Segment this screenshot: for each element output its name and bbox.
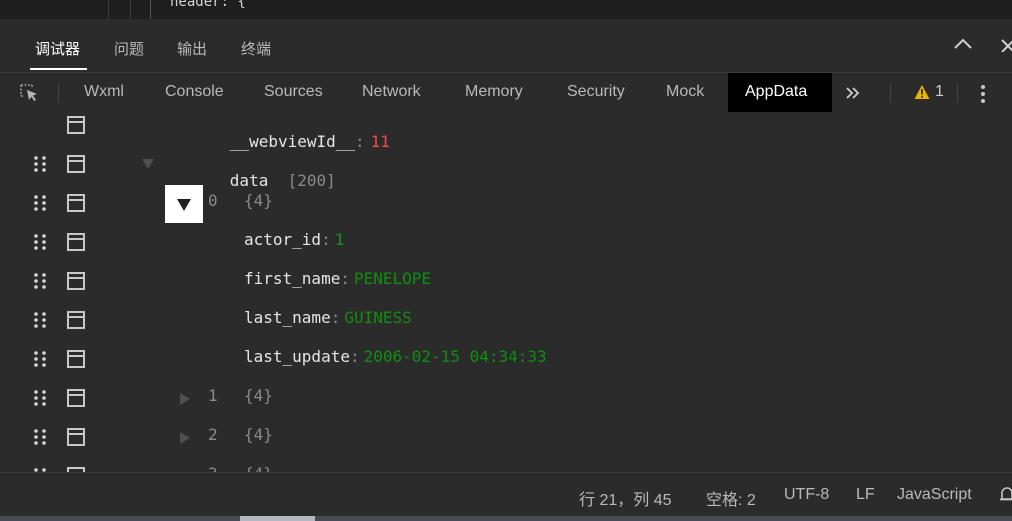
- active-tab-underline: [30, 68, 87, 70]
- tree-row-item-2: 2 {4}: [0, 417, 1012, 456]
- tree-colon: :: [349, 347, 360, 366]
- row-box-icon[interactable]: [67, 116, 85, 134]
- row-box-icon[interactable]: [67, 233, 85, 251]
- tree-row-field: last_update: 2006-02-15 04:34:33: [0, 339, 1012, 378]
- expand-toggle-button[interactable]: [165, 185, 203, 223]
- toolbar-separator: [890, 83, 891, 103]
- drag-handle-icon[interactable]: [33, 272, 47, 290]
- indentation[interactable]: 空格: 2: [706, 486, 756, 510]
- editor-code-line: header: {: [170, 0, 246, 10]
- tree-row-item-0: 0 {4}: [0, 183, 1012, 222]
- tab-security[interactable]: Security: [567, 83, 625, 101]
- drag-handle-icon[interactable]: [33, 233, 47, 251]
- drag-handle-icon[interactable]: [33, 428, 47, 446]
- tab-output[interactable]: 输出: [177, 38, 207, 59]
- tab-console[interactable]: Console: [165, 83, 224, 101]
- tree-value[interactable]: 1: [335, 230, 345, 249]
- tree-value[interactable]: GUINESS: [344, 308, 411, 327]
- tree-colon: :: [340, 269, 350, 288]
- devtools-toolbar: Wxml Console Sources Network Memory Secu…: [0, 72, 1012, 113]
- tree-row-data: data [200]: [0, 144, 1012, 190]
- tree-index: 0: [208, 191, 218, 210]
- row-box-icon[interactable]: [67, 389, 85, 407]
- expand-arrow-icon[interactable]: [180, 432, 190, 444]
- encoding[interactable]: UTF-8: [784, 486, 829, 504]
- drag-handle-icon[interactable]: [33, 155, 47, 173]
- inspect-element-icon[interactable]: [18, 82, 40, 104]
- tab-mock[interactable]: Mock: [666, 83, 704, 101]
- language-mode[interactable]: JavaScript: [897, 486, 972, 504]
- drag-handle-icon[interactable]: [33, 389, 47, 407]
- tree-index: 1: [208, 386, 218, 405]
- more-options-icon[interactable]: [978, 83, 988, 105]
- tree-row-field: last_name: GUINESS: [0, 300, 1012, 339]
- notification-icon[interactable]: [1000, 487, 1012, 503]
- tree-value[interactable]: PENELOPE: [354, 269, 431, 288]
- gutter-line: [150, 0, 151, 19]
- collapse-arrow-icon: [177, 199, 191, 211]
- window-bottom-strip: [0, 516, 1012, 521]
- cursor-position[interactable]: 行 21，列 45: [579, 486, 672, 510]
- tree-summary: {4}: [244, 464, 273, 472]
- tree-value[interactable]: 2006-02-15 04:34:33: [364, 347, 547, 366]
- panel-tab-bar: 调试器 问题 输出 终端: [0, 19, 1012, 72]
- row-box-icon[interactable]: [67, 350, 85, 368]
- tree-row-item-1: 1 {4}: [0, 378, 1012, 417]
- tree-summary: {4}: [244, 386, 273, 405]
- gutter-line: [130, 0, 131, 19]
- tree-key: last_update: [244, 347, 350, 366]
- tab-sources[interactable]: Sources: [264, 83, 323, 101]
- collapse-arrow-icon[interactable]: [142, 159, 154, 169]
- tree-row-webviewid: __webviewId__: 11: [0, 112, 1012, 151]
- tree-row-item-3: 3 {4}: [0, 456, 1012, 472]
- row-box-icon[interactable]: [67, 272, 85, 290]
- row-box-icon[interactable]: [67, 428, 85, 446]
- tree-summary: {4}: [244, 191, 273, 210]
- warning-count[interactable]: 1: [935, 83, 944, 101]
- line-ending[interactable]: LF: [856, 486, 875, 504]
- double-chevron-right-icon[interactable]: [845, 85, 861, 101]
- gutter-line: [108, 0, 109, 19]
- tree-key: actor_id: [244, 230, 322, 249]
- tree-index: 2: [208, 425, 218, 444]
- tab-memory[interactable]: Memory: [465, 83, 523, 101]
- chevron-up-icon[interactable]: [952, 36, 974, 52]
- tree-key: last_name: [244, 308, 331, 327]
- row-box-icon[interactable]: [67, 311, 85, 329]
- tab-terminal[interactable]: 终端: [241, 38, 271, 59]
- status-bar: 行 21，列 45 空格: 2 UTF-8 LF JavaScript: [0, 472, 1012, 517]
- toolbar-separator: [957, 83, 958, 103]
- row-box-icon[interactable]: [67, 194, 85, 212]
- tab-debugger[interactable]: 调试器: [35, 38, 80, 59]
- tab-network[interactable]: Network: [362, 83, 421, 101]
- tree-index: 3: [208, 464, 218, 472]
- taskbar-segment: [240, 516, 315, 521]
- warning-icon[interactable]: [914, 84, 930, 100]
- tab-problems[interactable]: 问题: [114, 38, 144, 59]
- tree-colon: :: [330, 308, 341, 327]
- tree-row-field: actor_id: 1: [0, 222, 1012, 261]
- drag-handle-icon[interactable]: [33, 350, 47, 368]
- drag-handle-icon[interactable]: [33, 311, 47, 329]
- expand-arrow-icon[interactable]: [180, 393, 190, 405]
- tree-colon: :: [321, 230, 331, 249]
- appdata-tree: __webviewId__: 11 data [200] 0 {4} actor_…: [0, 112, 1012, 472]
- tree-summary: {4}: [244, 425, 273, 444]
- editor-strip: header: {: [0, 0, 1012, 19]
- drag-handle-icon[interactable]: [33, 194, 47, 212]
- tab-appdata[interactable]: AppData: [745, 83, 807, 101]
- row-box-icon[interactable]: [67, 155, 85, 173]
- close-icon[interactable]: [1000, 38, 1012, 52]
- tree-row-field: first_name: PENELOPE: [0, 261, 1012, 300]
- tree-key: first_name: [244, 269, 341, 288]
- toolbar-separator: [58, 83, 59, 103]
- tab-wxml[interactable]: Wxml: [84, 83, 124, 101]
